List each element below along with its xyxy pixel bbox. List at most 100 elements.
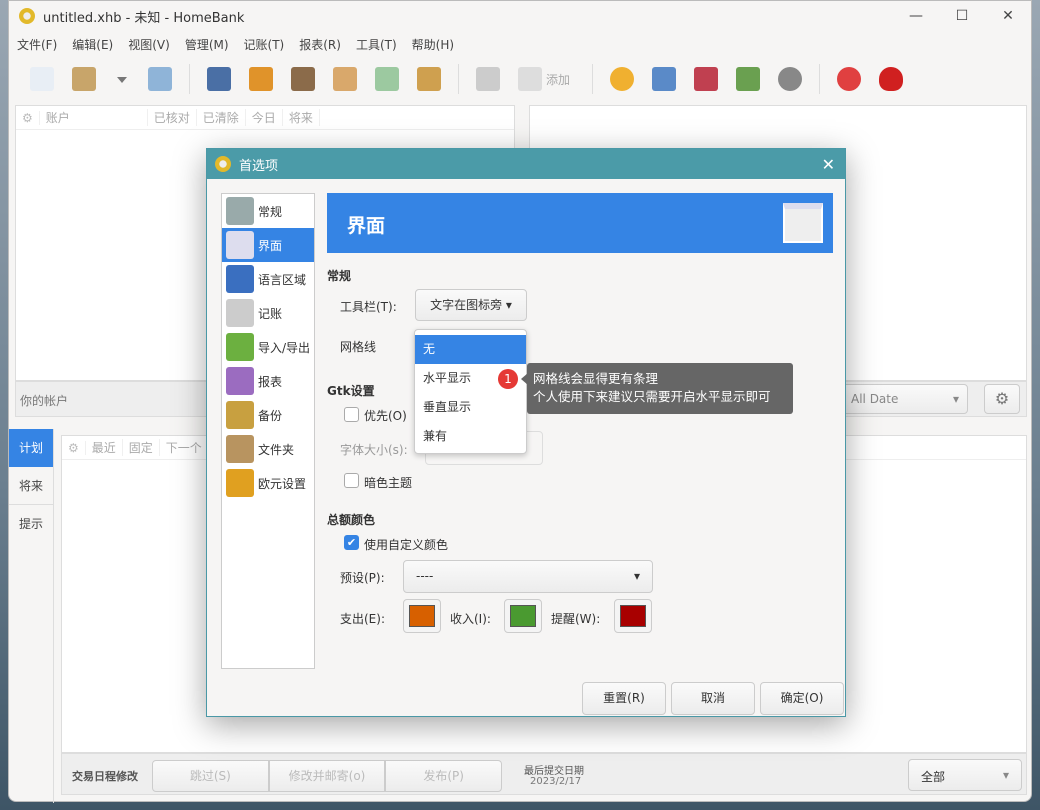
gear-icon[interactable]: ⚙: [16, 110, 40, 125]
nav-item-label: 导入/导出: [258, 340, 311, 355]
nav-item-icon: [226, 231, 254, 259]
schedule-filter-select[interactable]: 全部 ▾: [908, 759, 1022, 791]
nav-item[interactable]: 备份: [222, 398, 314, 432]
new-file-icon[interactable]: [30, 67, 54, 91]
menu-view[interactable]: 视图(V): [128, 36, 170, 53]
nav-item[interactable]: 欧元设置: [222, 466, 314, 500]
column-last[interactable]: 最近: [86, 439, 123, 456]
warning-color-label: 提醒(W):: [551, 612, 601, 626]
minimize-button[interactable]: —: [893, 1, 939, 31]
expense-color-swatch: [409, 605, 435, 627]
date-range-select[interactable]: All Date ▾: [842, 384, 968, 414]
assign-wand-icon[interactable]: [417, 67, 441, 91]
nav-item[interactable]: 常规: [222, 194, 314, 228]
open-file-icon[interactable]: [72, 67, 96, 91]
show-register-icon[interactable]: [476, 67, 500, 91]
column-next[interactable]: 下一个: [160, 439, 209, 456]
add-button-label[interactable]: 添加: [546, 71, 570, 88]
ok-button[interactable]: 确定(O): [760, 682, 844, 715]
menu-transactions[interactable]: 记账(T): [244, 36, 285, 53]
heart-donate-icon[interactable]: [879, 67, 904, 91]
reset-button[interactable]: 重置(R): [582, 682, 666, 715]
time-report-icon[interactable]: [652, 67, 677, 91]
nav-item[interactable]: 报表: [222, 364, 314, 398]
open-recent-dropdown-icon[interactable]: [117, 76, 127, 88]
budget-icon[interactable]: [333, 67, 357, 91]
accounts-icon[interactable]: [207, 67, 231, 91]
prefer-checkbox[interactable]: [344, 407, 359, 422]
app-icon: [19, 8, 35, 24]
schedule-buttons: 跳过(S) 修改并邮寄(o) 发布(P): [152, 760, 503, 792]
nav-item[interactable]: 记账: [222, 296, 314, 330]
cancel-button[interactable]: 取消: [671, 682, 755, 715]
warning-color-button[interactable]: [614, 599, 652, 633]
categories-icon[interactable]: [291, 67, 315, 91]
banner-title: 界面: [347, 215, 386, 237]
last-post-date: 2023/2/17: [530, 776, 582, 787]
menu-tools[interactable]: 工具(T): [356, 36, 397, 53]
preset-value: ----: [416, 569, 434, 583]
tab-scheduled[interactable]: 计划: [9, 429, 53, 467]
tab-future[interactable]: 将来: [9, 467, 53, 505]
nav-item[interactable]: 导入/导出: [222, 330, 314, 364]
post-button[interactable]: 发布(P): [385, 760, 503, 792]
column-account[interactable]: 账户: [40, 109, 148, 126]
menu-help[interactable]: 帮助(H): [412, 36, 454, 53]
menu-reports[interactable]: 报表(R): [299, 36, 341, 53]
dark-theme-checkbox[interactable]: [344, 473, 359, 488]
skip-button[interactable]: 跳过(S): [152, 760, 269, 792]
dark-theme-label: 暗色主题: [364, 476, 413, 490]
filter-value: 全部: [921, 770, 946, 784]
grid-lines-dropdown: 无水平显示 垂直显示 兼有: [414, 329, 527, 454]
statistics-pie-icon[interactable]: [610, 67, 635, 91]
balance-report-icon[interactable]: [694, 67, 719, 91]
add-transaction-icon[interactable]: [518, 67, 542, 91]
dialog-close-icon[interactable]: ✕: [822, 155, 835, 174]
maximize-button[interactable]: ☐: [939, 1, 985, 31]
vehicle-cost-icon[interactable]: [778, 67, 803, 91]
chart-settings-gear-icon[interactable]: ⚙: [984, 384, 1020, 414]
column-future[interactable]: 将来: [283, 109, 320, 126]
nav-item[interactable]: 界面: [222, 228, 314, 262]
toolbar-separator: [592, 64, 594, 94]
nav-item[interactable]: 语言区域: [222, 262, 314, 296]
grid-option[interactable]: 无: [415, 335, 526, 364]
toolbar-separator: [189, 64, 190, 94]
preferences-nav: 常规 界面 语言区域 记账导入/导出报表备份文件夹 欧元设置: [221, 193, 315, 669]
budget-report-icon[interactable]: [736, 67, 761, 91]
schedule-footer: 交易日程修改 跳过(S) 修改并邮寄(o) 发布(P) 最后提交日期 2023/…: [61, 753, 1027, 795]
scheduled-icon[interactable]: [375, 67, 399, 91]
edit-and-post-button[interactable]: 修改并邮寄(o): [268, 760, 386, 792]
expense-color-button[interactable]: [403, 599, 441, 633]
menu-edit[interactable]: 编辑(E): [72, 36, 113, 53]
nav-item-label: 报表: [258, 374, 283, 389]
income-color-button[interactable]: [504, 599, 542, 633]
nav-item-icon: [226, 401, 254, 429]
column-today[interactable]: 今日: [246, 109, 283, 126]
amount-colors-heading: 总额颜色: [327, 513, 376, 527]
custom-color-checkbox[interactable]: ✔: [344, 535, 359, 550]
lifebuoy-help-icon[interactable]: [837, 67, 862, 91]
save-icon[interactable]: [148, 67, 172, 91]
grid-option[interactable]: 兼有: [415, 422, 526, 451]
income-color-swatch: [510, 605, 536, 627]
menu-manage[interactable]: 管理(M): [185, 36, 229, 53]
close-button[interactable]: ✕: [985, 1, 1031, 31]
toolbar-style-select[interactable]: 文字在图标旁 ▾: [415, 289, 527, 321]
column-reconciled[interactable]: 已核对: [148, 109, 197, 126]
column-fixed[interactable]: 固定: [123, 439, 160, 456]
grid-option[interactable]: 垂直显示: [415, 393, 526, 422]
menu-file[interactable]: 文件(F): [17, 36, 57, 53]
payees-icon[interactable]: [249, 67, 273, 91]
expense-color-label: 支出(E):: [340, 612, 385, 626]
nav-item[interactable]: 文件夹: [222, 432, 314, 466]
nav-item-label: 备份: [258, 408, 283, 423]
caret-down-icon: ▾: [505, 298, 512, 312]
gear-icon[interactable]: ⚙: [62, 440, 86, 455]
app-icon: [215, 156, 231, 172]
preset-select[interactable]: ---- ▾: [403, 560, 653, 593]
column-cleared[interactable]: 已清除: [197, 109, 246, 126]
tab-tips[interactable]: 提示: [9, 505, 53, 543]
gtk-section-heading: Gtk设置: [327, 384, 375, 398]
nav-item-icon: [226, 469, 254, 497]
